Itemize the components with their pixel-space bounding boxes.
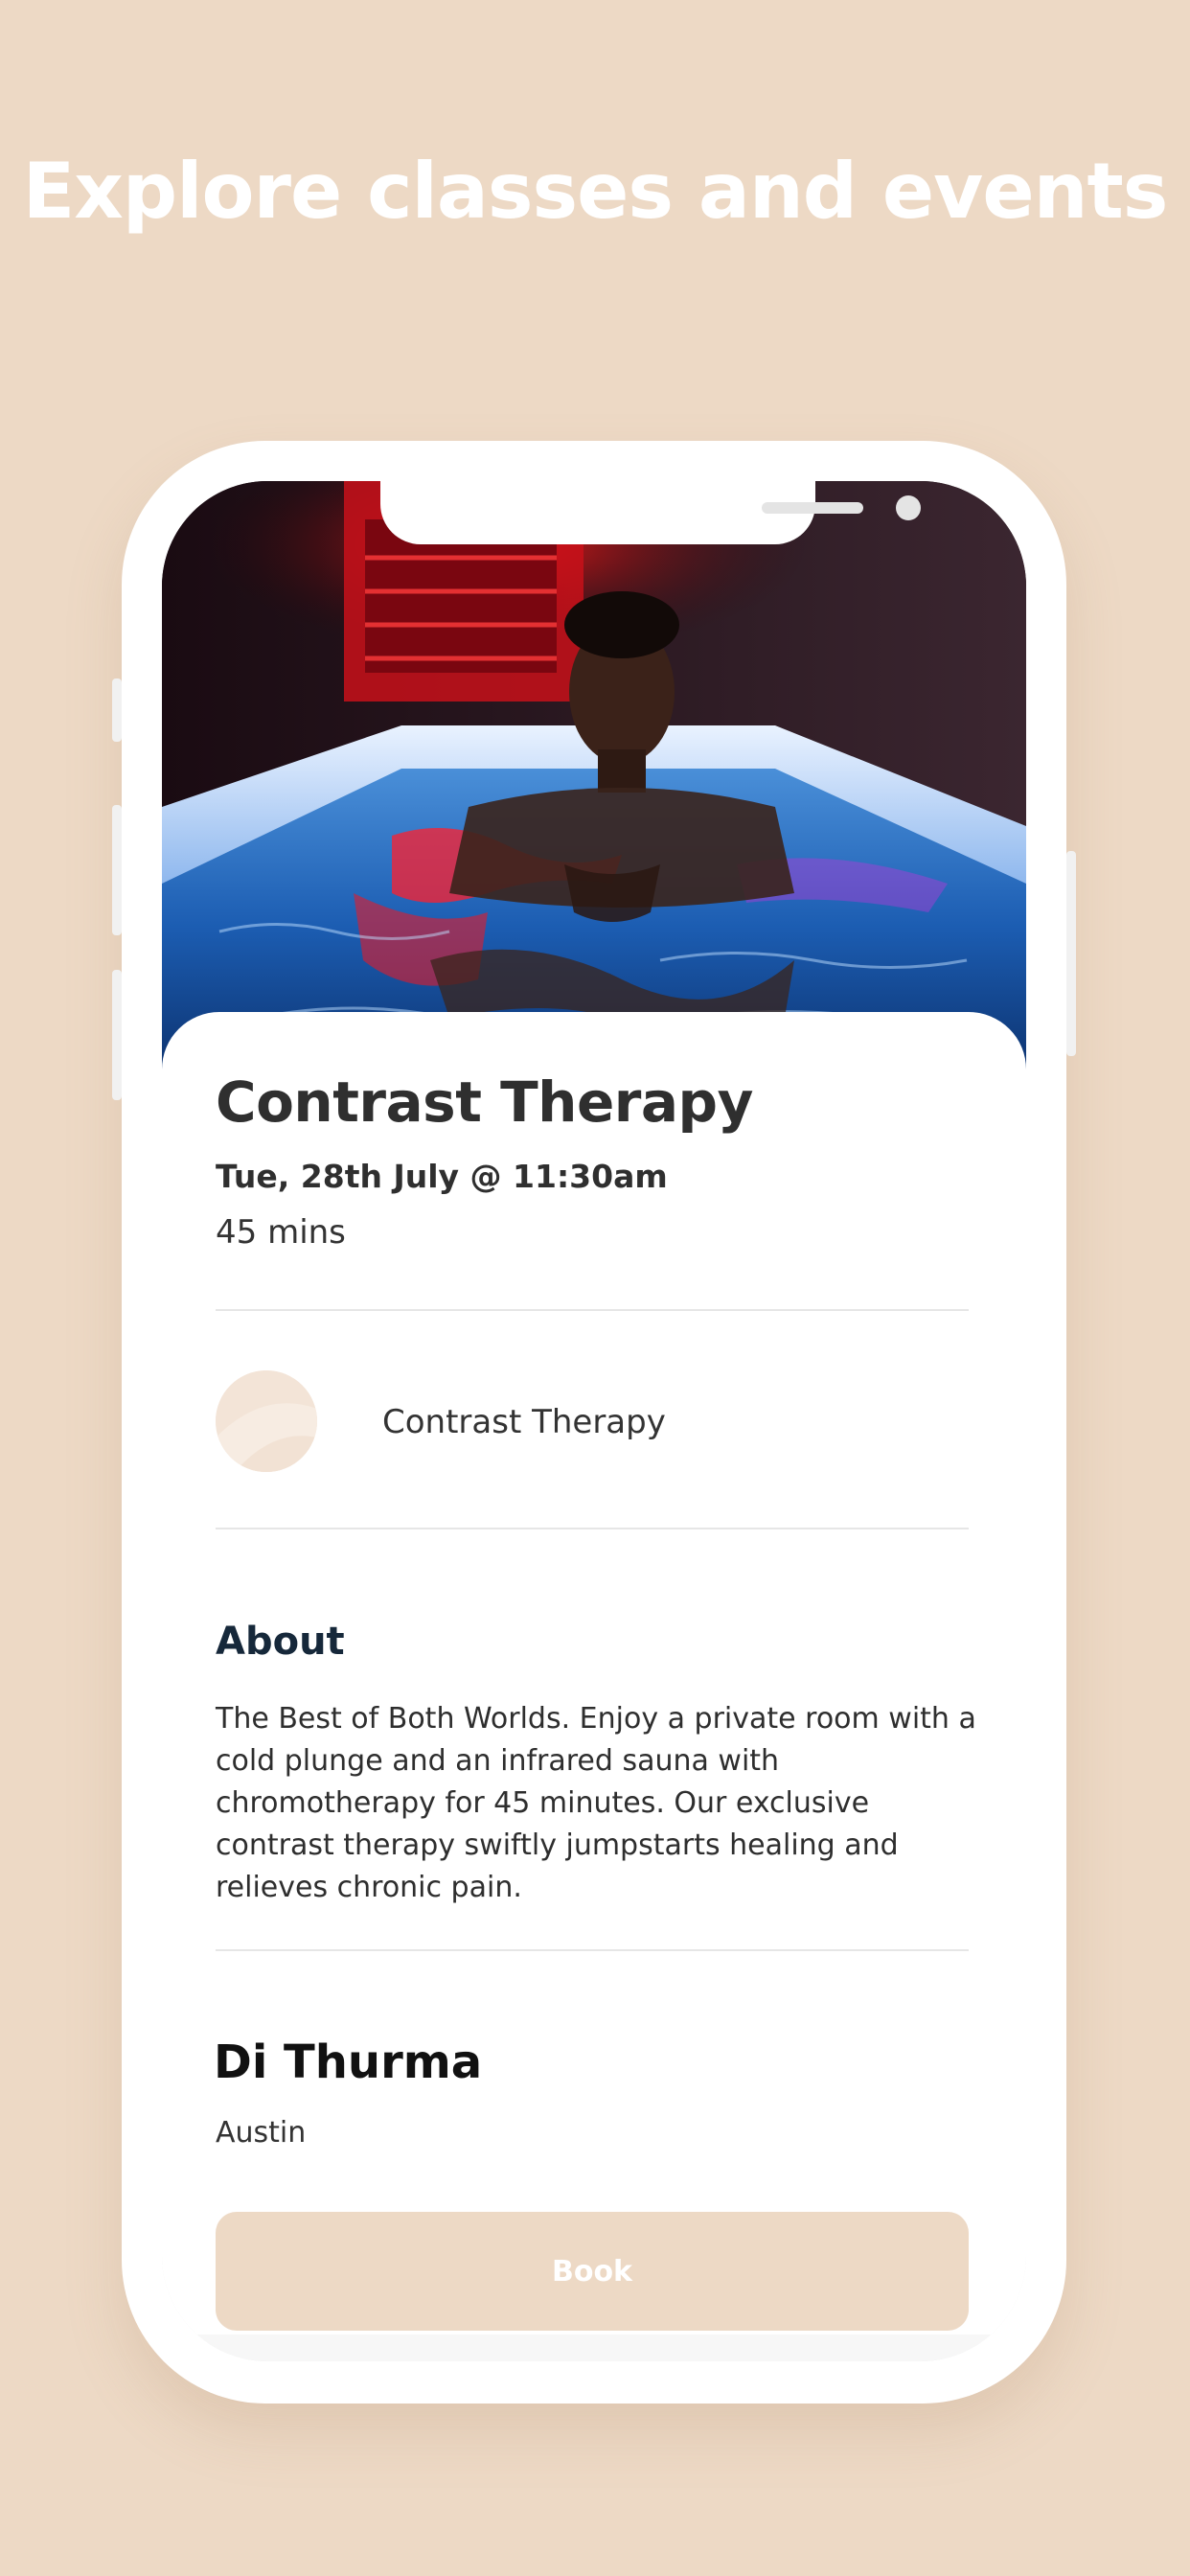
- divider: [216, 1949, 969, 1951]
- about-description: The Best of Both Worlds. Enjoy a private…: [216, 1702, 976, 1904]
- event-details-card: Contrast Therapy Tue, 28th July @ 11:30a…: [162, 1012, 1026, 2334]
- book-button[interactable]: Book: [216, 2212, 969, 2331]
- venue-location: Austin: [216, 2116, 307, 2150]
- screen-bottom-strip: [162, 2334, 1026, 2361]
- camera-icon: [896, 495, 921, 520]
- phone-screen: Contrast Therapy Tue, 28th July @ 11:30a…: [162, 481, 1026, 2361]
- event-duration: 45 mins: [216, 1213, 346, 1252]
- page-headline: Explore classes and events: [22, 147, 1169, 236]
- phone-power-button: [1066, 851, 1076, 1056]
- speaker-grille: [762, 502, 863, 514]
- instructor-name[interactable]: Contrast Therapy: [382, 1403, 666, 1441]
- phone-mute-switch: [112, 678, 122, 742]
- about-heading: About: [216, 1620, 345, 1664]
- instructor-avatar[interactable]: [216, 1370, 317, 1472]
- divider: [216, 1528, 969, 1530]
- phone-mockup: Contrast Therapy Tue, 28th July @ 11:30a…: [112, 441, 1076, 2404]
- phone-volume-down-button: [112, 970, 122, 1100]
- event-datetime: Tue, 28th July @ 11:30am: [216, 1158, 668, 1195]
- venue-name: Di Thurma: [214, 2036, 483, 2089]
- phone-notch: [380, 481, 921, 544]
- event-title: Contrast Therapy: [216, 1070, 753, 1135]
- divider: [216, 1309, 969, 1311]
- event-hero-image: [162, 481, 1026, 1085]
- phone-volume-up-button: [112, 805, 122, 935]
